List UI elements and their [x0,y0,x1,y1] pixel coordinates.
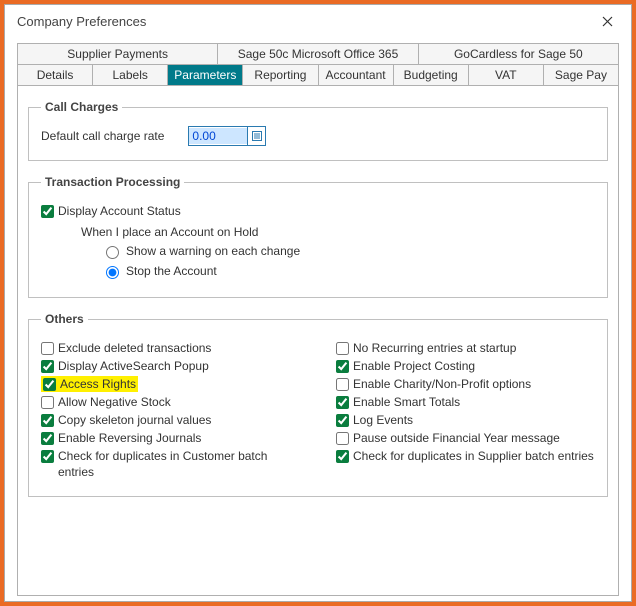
chk-dup-supplier-batch[interactable]: Check for duplicates in Supplier batch e… [336,448,595,464]
chk-enable-reversing-journals[interactable]: Enable Reversing Journals [41,430,300,446]
radio-stop-account-btn[interactable] [106,266,119,279]
chk-access-rights-box[interactable] [43,378,56,391]
chk-enable-charity-box[interactable] [336,378,349,391]
chk-exclude-deleted-box[interactable] [41,342,54,355]
chk-pause-outside-fy[interactable]: Pause outside Financial Year message [336,430,595,446]
close-icon[interactable] [593,11,621,31]
tab-sagepay[interactable]: Sage Pay [544,64,619,86]
others-left-column: Exclude deleted transactions Display Act… [41,338,300,482]
chk-copy-skeleton-journal-label: Copy skeleton journal values [58,412,211,428]
chk-enable-project-costing[interactable]: Enable Project Costing [336,358,595,374]
label-on-hold: When I place an Account on Hold [81,225,595,239]
call-rate-field[interactable] [188,126,266,146]
radio-stop-account-label: Stop the Account [126,264,217,278]
content-area: Supplier Payments Sage 50c Microsoft Off… [5,35,631,604]
chk-display-account-status[interactable]: Display Account Status [41,203,595,219]
tab-accountant[interactable]: Accountant [319,64,394,86]
chk-exclude-deleted[interactable]: Exclude deleted transactions [41,340,300,356]
chk-enable-charity-label: Enable Charity/Non-Profit options [353,376,531,392]
group-call-charges: Call Charges Default call charge rate [28,100,608,161]
chk-access-rights[interactable]: Access Rights [41,376,300,392]
chk-copy-skeleton-journal-box[interactable] [41,414,54,427]
tab-row-top: Supplier Payments Sage 50c Microsoft Off… [17,43,619,65]
radio-group-on-hold: Show a warning on each change Stop the A… [101,243,595,279]
tab-parameters[interactable]: Parameters [168,64,243,86]
group-others: Others Exclude deleted transactions Disp… [28,312,608,497]
tab-supplier-payments[interactable]: Supplier Payments [17,43,218,65]
calculator-icon[interactable] [247,127,265,145]
chk-enable-smart-totals-label: Enable Smart Totals [353,394,460,410]
chk-allow-negative-stock-box[interactable] [41,396,54,409]
chk-allow-negative-stock-label: Allow Negative Stock [58,394,171,410]
chk-activesearch-popup-box[interactable] [41,360,54,373]
chk-log-events-box[interactable] [336,414,349,427]
chk-enable-project-costing-label: Enable Project Costing [353,358,475,374]
call-rate-input[interactable] [189,128,247,144]
chk-no-recurring-startup-box[interactable] [336,342,349,355]
tab-budgeting[interactable]: Budgeting [394,64,469,86]
chk-dup-customer-batch-box[interactable] [41,450,54,463]
chk-enable-reversing-journals-label: Enable Reversing Journals [58,430,201,446]
chk-enable-project-costing-box[interactable] [336,360,349,373]
legend-call-charges: Call Charges [41,100,122,114]
chk-copy-skeleton-journal[interactable]: Copy skeleton journal values [41,412,300,428]
chk-dup-customer-batch-label: Check for duplicates in Customer batch e… [58,448,300,480]
chk-enable-smart-totals-box[interactable] [336,396,349,409]
tab-vat[interactable]: VAT [469,64,544,86]
tab-labels[interactable]: Labels [93,64,168,86]
chk-no-recurring-startup-label: No Recurring entries at startup [353,340,516,356]
group-transaction-processing: Transaction Processing Display Account S… [28,175,608,298]
legend-others: Others [41,312,88,326]
others-right-column: No Recurring entries at startup Enable P… [336,338,595,482]
chk-pause-outside-fy-label: Pause outside Financial Year message [353,430,560,446]
chk-log-events-label: Log Events [353,412,413,428]
tab-gocardless[interactable]: GoCardless for Sage 50 [419,43,619,65]
chk-enable-smart-totals[interactable]: Enable Smart Totals [336,394,595,410]
tab-row-bottom: Details Labels Parameters Reporting Acco… [17,64,619,86]
chk-activesearch-popup[interactable]: Display ActiveSearch Popup [41,358,300,374]
tab-reporting[interactable]: Reporting [243,64,318,86]
chk-exclude-deleted-label: Exclude deleted transactions [58,340,211,356]
label-default-call-rate: Default call charge rate [41,129,164,143]
tab-details[interactable]: Details [17,64,93,86]
chk-dup-customer-batch[interactable]: Check for duplicates in Customer batch e… [41,448,300,480]
chk-display-account-status-label: Display Account Status [58,203,181,219]
radio-show-warning-btn[interactable] [106,246,119,259]
chk-pause-outside-fy-box[interactable] [336,432,349,445]
chk-enable-reversing-journals-box[interactable] [41,432,54,445]
chk-access-rights-label: Access Rights [60,376,136,392]
chk-activesearch-popup-label: Display ActiveSearch Popup [58,358,209,374]
chk-allow-negative-stock[interactable]: Allow Negative Stock [41,394,300,410]
titlebar: Company Preferences [5,5,631,35]
chk-log-events[interactable]: Log Events [336,412,595,428]
window-title: Company Preferences [17,14,146,29]
radio-show-warning[interactable]: Show a warning on each change [101,243,595,259]
chk-dup-supplier-batch-label: Check for duplicates in Supplier batch e… [353,448,594,464]
chk-dup-supplier-batch-box[interactable] [336,450,349,463]
tab-sage50c-office365[interactable]: Sage 50c Microsoft Office 365 [218,43,418,65]
chk-enable-charity[interactable]: Enable Charity/Non-Profit options [336,376,595,392]
tab-panel-parameters: Call Charges Default call charge rate Tr… [17,86,619,596]
legend-transaction-processing: Transaction Processing [41,175,184,189]
radio-show-warning-label: Show a warning on each change [126,244,300,258]
radio-stop-account[interactable]: Stop the Account [101,263,595,279]
chk-display-account-status-box[interactable] [41,205,54,218]
chk-no-recurring-startup[interactable]: No Recurring entries at startup [336,340,595,356]
preferences-window: Company Preferences Supplier Payments Sa… [4,4,632,602]
